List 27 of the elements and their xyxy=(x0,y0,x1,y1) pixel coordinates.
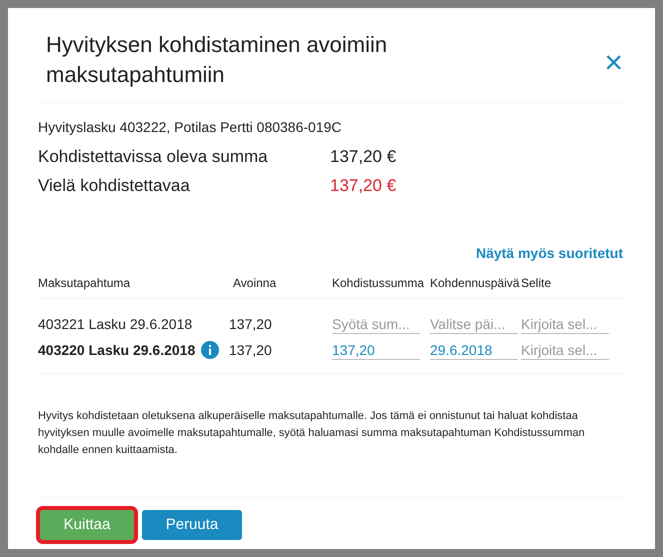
description-field[interactable]: Kirjoita sel... xyxy=(521,341,609,360)
table-cell-text: 137,20 xyxy=(229,341,273,360)
show-completed-link[interactable]: Näytä myös suoritetut xyxy=(476,245,623,261)
invoice-info: Hyvityslasku 403222, Potilas Pertti 080386-019C xyxy=(38,118,343,137)
confirm-button[interactable]: Kuittaa xyxy=(40,510,134,540)
date-field[interactable]: Valitse päi... xyxy=(430,315,518,334)
summary-label: Vielä kohdistettavaa xyxy=(38,175,191,197)
summary-label: Kohdistettavissa oleva summa xyxy=(38,146,269,168)
amount-field[interactable]: Syötä sum... xyxy=(332,315,420,334)
column-header: Maksutapahtuma xyxy=(38,276,130,290)
table-cell-text: 403221 Lasku 29.6.2018 xyxy=(38,315,192,334)
column-header: Kohdennuspäivä xyxy=(430,276,520,290)
column-header: Avoinna xyxy=(232,276,276,290)
description-field[interactable]: Kirjoita sel... xyxy=(521,315,609,334)
amount-field[interactable]: 137,20 xyxy=(332,341,420,360)
close-button[interactable]: × xyxy=(604,34,623,90)
dialog-title: Hyvityksen kohdistaminen avoimiin maksutapahtumiin xyxy=(45,31,388,89)
table-cell-text: 137,20 xyxy=(229,315,273,334)
summary-amount: 137,20 € xyxy=(330,175,396,197)
column-header: Kohdistussumma xyxy=(332,276,424,290)
cancel-button[interactable]: Peruuta xyxy=(142,510,242,540)
summary-amount: 137,20 € xyxy=(330,146,396,168)
info-icon[interactable] xyxy=(201,341,220,359)
column-header: Selite xyxy=(521,276,552,290)
date-field[interactable]: 29.6.2018 xyxy=(430,341,518,360)
help-text: Hyvitys kohdistetaan oletuksena alkuperäiselle maksutapahtumalle. Jos tämä ei onnistunut tai haluat kohdistaa hyvityksen muulle avoimelle maksutapahtumalle, syötä haluamasi summa maksutapahtuman Kohdistussumman kohdalle ennen kuittaamista. xyxy=(38,409,586,458)
table-cell-text: 403220 Lasku 29.6.2018 xyxy=(38,341,196,360)
